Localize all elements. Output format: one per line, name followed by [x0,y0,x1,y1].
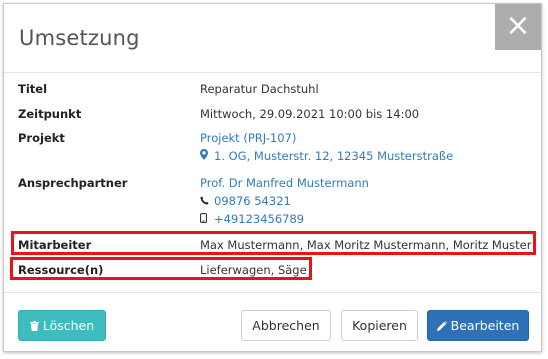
cancel-button-label: Abbrechen [252,318,320,333]
contact-mobile-link[interactable]: +49123456789 [200,212,304,226]
highlight-mitarbeiter [11,231,536,255]
edit-button-label: Bearbeiten [450,318,520,333]
copy-button[interactable]: Kopieren [341,310,418,341]
umsetzung-dialog: Umsetzung × Titel Reparatur Dachstuhl Ze… [3,3,542,352]
map-marker-icon [200,149,214,163]
edit-button[interactable]: Bearbeiten [427,310,529,341]
contact-phone-text: 09876 54321 [214,194,291,208]
contact-phone-link[interactable]: 09876 54321 [200,194,291,208]
delete-button[interactable]: Löschen [18,310,106,341]
label-projekt: Projekt [18,131,65,145]
project-link[interactable]: Projekt (PRJ-107) [200,131,296,145]
phone-icon [200,196,214,208]
dialog-footer: Löschen Abbrechen Kopieren Bearbeiten [4,292,541,353]
label-titel: Titel [18,82,48,96]
project-address-text: 1. OG, Musterstr. 12, 12345 Musterstraße [214,149,454,163]
trash-icon [29,318,43,333]
delete-button-label: Löschen [42,318,95,333]
copy-button-label: Kopieren [352,318,407,333]
label-ansprechpartner: Ansprechpartner [18,176,128,190]
value-titel: Reparatur Dachstuhl [200,82,319,96]
label-zeitpunkt: Zeitpunkt [18,107,82,121]
value-zeitpunkt: Mittwoch, 29.09.2021 10:00 bis 14:00 [200,107,420,121]
project-address-link[interactable]: 1. OG, Musterstr. 12, 12345 Musterstraße [200,149,453,163]
contact-name-link[interactable]: Prof. Dr Manfred Mustermann [200,176,369,190]
mobile-icon [200,213,214,226]
dialog-title: Umsetzung [19,26,140,50]
dialog-header: Umsetzung × [4,4,541,73]
pencil-icon [436,318,451,333]
close-button[interactable]: × [495,4,541,50]
highlight-ressourcen [10,257,312,280]
close-icon: × [505,8,531,43]
contact-mobile-text: +49123456789 [214,212,305,226]
cancel-button[interactable]: Abbrechen [241,310,331,341]
